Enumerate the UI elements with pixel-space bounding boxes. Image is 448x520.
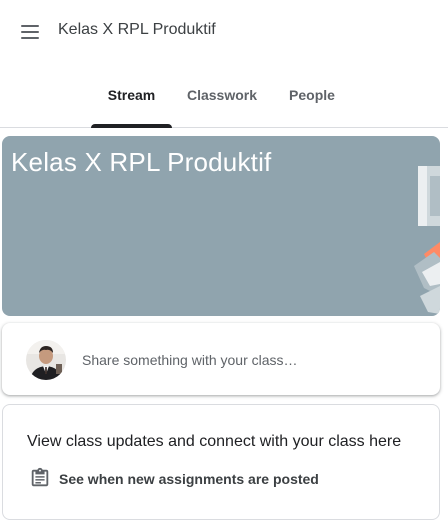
tab-stream[interactable]: Stream <box>91 62 172 128</box>
banner-illustration <box>414 166 440 314</box>
class-title[interactable]: Kelas X RPL Produktif <box>58 21 216 39</box>
classroom-stream-page: Kelas X RPL Produktif Stream Classwork P… <box>0 0 448 520</box>
class-updates-info-card: View class updates and connect with your… <box>2 404 440 520</box>
tab-classwork-label: Classwork <box>186 87 258 103</box>
banner-title: Kelas X RPL Produktif <box>11 147 272 177</box>
user-avatar <box>26 340 66 380</box>
tab-stream-label: Stream <box>107 87 156 103</box>
top-app-bar: Kelas X RPL Produktif <box>0 0 448 62</box>
tab-classwork[interactable]: Classwork <box>178 62 266 127</box>
hamburger-menu-icon[interactable] <box>12 14 48 50</box>
assignment-icon <box>31 467 49 487</box>
tab-people-label: People <box>289 87 335 103</box>
tab-people[interactable]: People <box>280 62 344 127</box>
class-tabs: Stream Classwork People <box>0 62 448 128</box>
class-banner: Kelas X RPL Produktif <box>2 136 440 316</box>
active-tab-indicator <box>91 124 172 128</box>
info-heading: View class updates and connect with your… <box>27 433 402 450</box>
share-input-placeholder[interactable]: Share something with your class… <box>82 352 298 368</box>
info-item-text: See when new assignments are posted <box>59 471 319 487</box>
share-post-card[interactable]: Share something with your class… <box>2 323 440 395</box>
